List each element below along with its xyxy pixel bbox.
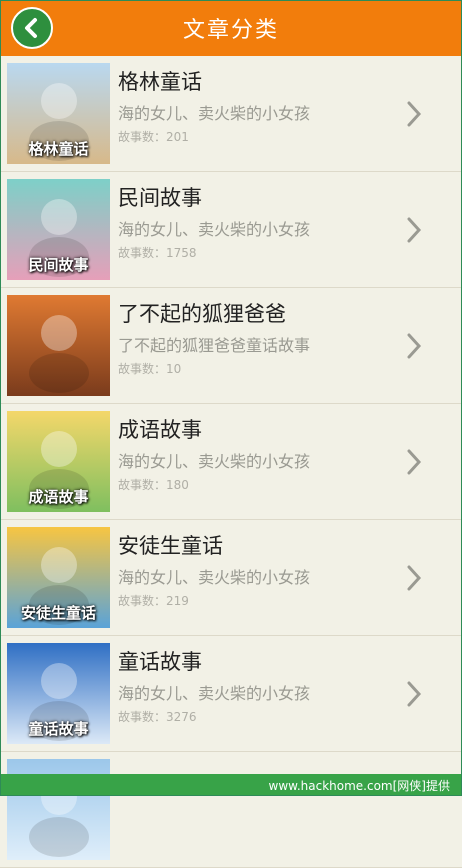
category-thumbnail: 童话故事 [7,643,110,744]
category-row[interactable]: 童话故事 童话故事 海的女儿、卖火柴的小女孩 故事数：3276 [0,636,462,752]
thumbnail-label: 安徒生童话 [20,604,96,622]
story-count: 故事数：1758 [118,246,197,260]
chevron-right-icon [407,333,422,359]
category-row[interactable]: 安徒生童话 安徒生童话 海的女儿、卖火柴的小女孩 故事数：219 [0,520,462,636]
category-list: 格林童话 格林童话 海的女儿、卖火柴的小女孩 故事数：201 民间故事 民间故事… [0,56,462,868]
category-row[interactable]: 了不起的狐狸爸爸 了不起的狐狸爸爸童话故事 故事数：10 [0,288,462,404]
chevron-right-icon [407,681,422,707]
story-count: 故事数：219 [118,594,189,608]
chevron-right-icon [407,217,422,243]
story-count: 故事数：3276 [118,710,197,724]
category-subtitle: 海的女儿、卖火柴的小女孩 [118,220,311,239]
page-title: 文章分类 [182,18,279,43]
category-row[interactable]: 成语故事 成语故事 海的女儿、卖火柴的小女孩 故事数：180 [0,404,462,520]
app-header: 文章分类 [0,0,462,56]
category-subtitle: 海的女儿、卖火柴的小女孩 [118,568,311,587]
footer-text: www.hackhome.com[网侠]提供 [268,778,451,793]
category-title: 民间故事 [118,186,202,210]
category-thumbnail: 民间故事 [7,179,110,280]
chevron-right-icon [407,449,422,475]
chevron-right-icon [407,101,422,127]
back-arrow-icon [25,18,37,38]
thumbnail-label: 童话故事 [28,720,89,738]
watermark-footer: www.hackhome.com[网侠]提供 [0,774,462,796]
category-title: 了不起的狐狸爸爸 [118,302,286,326]
thumbnail-image [7,295,110,396]
category-thumbnail: 格林童话 [7,63,110,164]
story-count: 故事数：201 [118,130,189,144]
category-title: 成语故事 [118,418,202,442]
category-title: 格林童话 [118,70,202,94]
category-thumbnail: 安徒生童话 [7,527,110,628]
thumbnail-label: 民间故事 [28,256,89,274]
category-thumbnail [7,295,110,396]
category-row[interactable]: 格林童话 格林童话 海的女儿、卖火柴的小女孩 故事数：201 [0,56,462,172]
category-title: 安徒生童话 [118,534,223,558]
category-subtitle: 海的女儿、卖火柴的小女孩 [118,104,311,123]
category-thumbnail: 成语故事 [7,411,110,512]
story-count: 故事数：10 [118,362,182,376]
category-subtitle: 了不起的狐狸爸爸童话故事 [118,336,311,355]
category-row[interactable] [0,752,462,868]
story-count: 故事数：180 [118,478,189,492]
chevron-right-icon [407,565,422,591]
thumbnail-label: 格林童话 [28,140,89,158]
category-title: 童话故事 [118,650,202,674]
thumbnail-label: 成语故事 [28,488,89,506]
back-button[interactable] [11,7,53,49]
category-row[interactable]: 民间故事 民间故事 海的女儿、卖火柴的小女孩 故事数：1758 [0,172,462,288]
category-subtitle: 海的女儿、卖火柴的小女孩 [118,684,311,703]
category-subtitle: 海的女儿、卖火柴的小女孩 [118,452,311,471]
